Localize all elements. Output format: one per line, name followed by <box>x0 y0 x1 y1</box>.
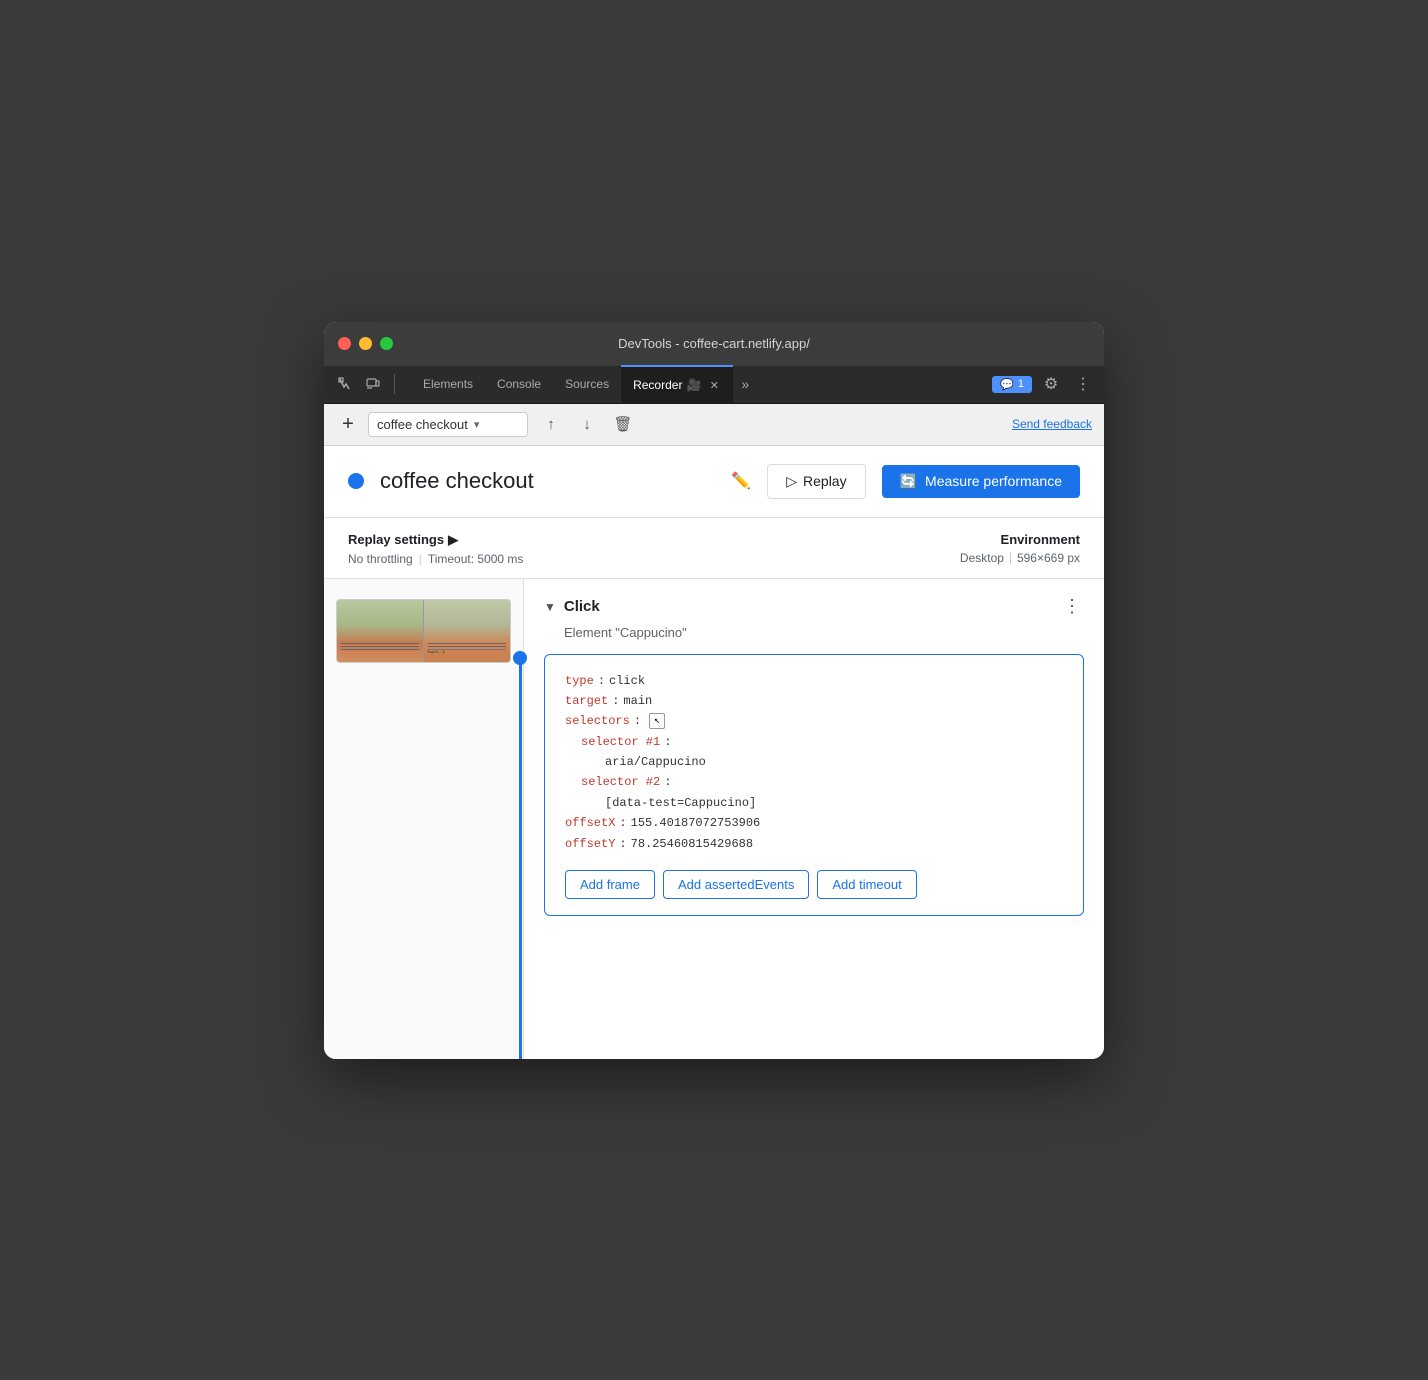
chat-badge[interactable]: 💬 1 <box>992 376 1032 393</box>
device-label: Desktop <box>960 551 1004 565</box>
tabbar-right: 💬 1 ⚙ ⋮ <box>992 371 1096 397</box>
step-connector-line <box>519 659 522 1059</box>
recording-status-dot <box>348 473 364 489</box>
tabbar: Elements Console Sources Recorder 🎥 ✕ » … <box>324 366 1104 404</box>
tab-console[interactable]: Console <box>485 365 553 403</box>
steps-area: Espre... & ▼ Click ⋮ Element "Cappucino" <box>324 579 1104 1059</box>
maximize-button[interactable] <box>380 337 393 350</box>
tab-divider <box>394 374 395 394</box>
add-recording-button[interactable]: + <box>336 412 360 436</box>
code-line-selector1-val: aria/Cappucino <box>565 752 1063 772</box>
replay-button[interactable]: ▷ Replay <box>767 464 865 499</box>
step-dot <box>513 651 527 665</box>
environment-details: Desktop 596×669 px <box>960 551 1080 565</box>
titlebar: DevTools - coffee-cart.netlify.app/ <box>324 322 1104 366</box>
more-menu-icon[interactable]: ⋮ <box>1070 371 1096 397</box>
step-menu-button[interactable]: ⋮ <box>1060 595 1084 619</box>
code-line-offsetx: offsetX : 155.40187072753906 <box>565 813 1063 833</box>
traffic-lights <box>338 337 393 350</box>
code-line-type: type : click <box>565 671 1063 691</box>
environment-settings: Environment Desktop 596×669 px <box>960 532 1080 565</box>
more-tabs-icon[interactable]: » <box>733 376 757 392</box>
step-screenshot: Espre... & <box>336 599 511 663</box>
replay-settings-title: Replay settings ▶ <box>348 532 960 548</box>
minimize-button[interactable] <box>359 337 372 350</box>
recording-title: coffee checkout <box>380 468 715 494</box>
tab-elements[interactable]: Elements <box>411 365 485 403</box>
device-icon[interactable] <box>360 371 386 397</box>
collapse-arrow-icon[interactable]: ▼ <box>544 600 556 614</box>
replay-settings: Replay settings ▶ No throttling | Timeou… <box>348 532 960 566</box>
step-type-label: Click <box>564 598 1052 615</box>
toolbar-actions: ↑ ↓ 🗑 <box>538 411 636 437</box>
environment-title: Environment <box>960 532 1080 547</box>
inspect-icon[interactable] <box>332 371 358 397</box>
recorder-header: coffee checkout ✏️ ▷ Replay 🔄 Measure pe… <box>324 446 1104 518</box>
recording-selector[interactable]: coffee checkout ▾ <box>368 412 528 437</box>
toolbar: + coffee checkout ▾ ↑ ↓ 🗑 Send feedback <box>324 404 1104 446</box>
settings-icon[interactable]: ⚙ <box>1038 371 1064 397</box>
window-title: DevTools - coffee-cart.netlify.app/ <box>618 336 810 351</box>
step-detail: ▼ Click ⋮ Element "Cappucino" type : cli… <box>524 579 1104 1059</box>
main-content: coffee checkout ✏️ ▷ Replay 🔄 Measure pe… <box>324 446 1104 1059</box>
delete-icon[interactable]: 🗑 <box>610 411 636 437</box>
action-buttons: Add frame Add assertedEvents Add timeout <box>565 870 1063 899</box>
export-icon[interactable]: ↑ <box>538 411 564 437</box>
code-line-selector2-key: selector #2 : <box>565 772 1063 792</box>
code-line-offsety: offsetY : 78.25460815429688 <box>565 834 1063 854</box>
devtools-window: DevTools - coffee-cart.netlify.app/ Elem… <box>324 322 1104 1059</box>
settings-divider: | <box>419 552 422 566</box>
settings-details: No throttling | Timeout: 5000 ms <box>348 552 960 566</box>
code-line-selector1-key: selector #1 : <box>565 732 1063 752</box>
code-line-target: target : main <box>565 691 1063 711</box>
measure-performance-button[interactable]: 🔄 Measure performance <box>882 465 1080 498</box>
resolution-label: 596×669 px <box>1017 551 1080 565</box>
step-element-label: Element "Cappucino" <box>544 625 1084 640</box>
tab-sources[interactable]: Sources <box>553 365 621 403</box>
steps-sidebar: Espre... & <box>324 579 524 1059</box>
add-asserted-events-button[interactable]: Add assertedEvents <box>663 870 809 899</box>
recording-name: coffee checkout <box>377 417 468 432</box>
step-header: ▼ Click ⋮ <box>544 595 1084 619</box>
throttling-label: No throttling <box>348 552 413 566</box>
tab-close-icon[interactable]: ✕ <box>707 378 721 392</box>
add-frame-button[interactable]: Add frame <box>565 870 655 899</box>
chevron-right-icon: ▶ <box>448 532 458 548</box>
screenshot-image: Espre... & <box>337 600 510 662</box>
close-button[interactable] <box>338 337 351 350</box>
timeout-label: Timeout: 5000 ms <box>428 552 524 566</box>
import-icon[interactable]: ↓ <box>574 411 600 437</box>
code-block: type : click target : main selectors : ↖ <box>544 654 1084 917</box>
send-feedback-link[interactable]: Send feedback <box>1012 417 1092 431</box>
tabbar-icons <box>332 371 401 397</box>
play-icon: ▷ <box>786 473 797 490</box>
edit-title-icon[interactable]: ✏️ <box>731 471 751 491</box>
selector-type-icon: ↖ <box>649 713 665 729</box>
chevron-down-icon: ▾ <box>474 418 480 431</box>
settings-bar: Replay settings ▶ No throttling | Timeou… <box>324 518 1104 579</box>
add-timeout-button[interactable]: Add timeout <box>817 870 916 899</box>
code-line-selector2-val: [data-test=Cappucino] <box>565 793 1063 813</box>
measure-icon: 🔄 <box>900 473 917 490</box>
tab-recorder[interactable]: Recorder 🎥 ✕ <box>621 365 733 403</box>
code-line-selectors: selectors : ↖ <box>565 711 1063 731</box>
